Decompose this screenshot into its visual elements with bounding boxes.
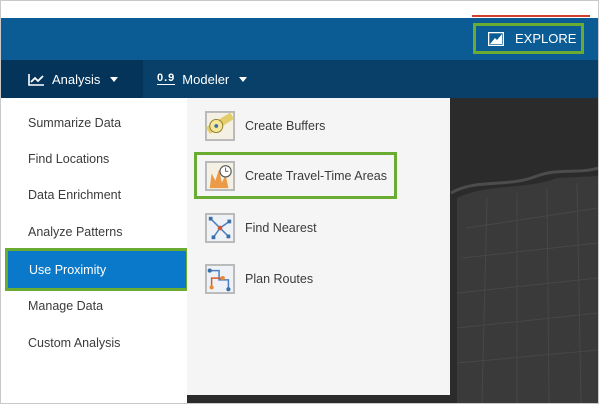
nav-bar: Analysis 0.9 Modeler — [1, 60, 598, 98]
tool-label: Plan Routes — [245, 272, 314, 286]
menu-item-label: Analyze Patterns — [28, 225, 123, 239]
analysis-menu[interactable]: Analysis — [1, 60, 143, 98]
menu-item-analyze-patterns[interactable]: Analyze Patterns — [1, 214, 187, 250]
tool-label: Create Travel-Time Areas — [245, 168, 387, 183]
tool-label: Find Nearest — [245, 221, 317, 235]
tool-plan-routes[interactable]: Plan Routes — [205, 261, 313, 297]
menu-item-data-enrichment[interactable]: Data Enrichment — [1, 177, 187, 213]
explore-button[interactable]: EXPLORE — [473, 23, 584, 54]
modeler-menu[interactable]: 0.9 Modeler — [157, 60, 248, 98]
buffer-icon — [205, 111, 235, 141]
accent-line — [472, 15, 590, 17]
modeler-label: Modeler — [182, 71, 230, 87]
chevron-down-icon — [110, 76, 119, 82]
menu-item-find-locations[interactable]: Find Locations — [1, 141, 187, 177]
app-frame: EXPLORE Analysis 0.9 Modeler Summarize D… — [0, 0, 599, 404]
menu-item-label: Summarize Data — [28, 116, 122, 130]
explore-icon — [488, 31, 504, 46]
proximity-tools: Create Buffers Create Travel-Time Areas — [187, 98, 450, 395]
analysis-label: Analysis — [52, 71, 101, 87]
analysis-categories: Summarize Data Find Locations Data Enric… — [1, 98, 189, 395]
menu-item-label: Manage Data — [28, 299, 104, 313]
analysis-icon — [28, 73, 44, 86]
find-nearest-icon — [205, 213, 235, 243]
menu-item-manage-data[interactable]: Manage Data — [1, 288, 187, 324]
menu-item-label: Use Proximity — [29, 262, 107, 277]
menu-item-custom-analysis[interactable]: Custom Analysis — [1, 325, 187, 361]
tool-label: Create Buffers — [245, 119, 326, 133]
plan-routes-icon — [205, 264, 235, 294]
travel-time-icon — [205, 160, 235, 191]
tool-create-buffers[interactable]: Create Buffers — [205, 108, 325, 144]
menu-item-label: Data Enrichment — [28, 188, 122, 202]
menu-item-label: Custom Analysis — [28, 336, 121, 350]
modeler-icon: 0.9 — [157, 72, 176, 85]
header-bar: EXPLORE — [1, 18, 598, 60]
tool-find-nearest[interactable]: Find Nearest — [205, 210, 317, 246]
menu-item-label: Find Locations — [28, 152, 110, 166]
menu-item-use-proximity[interactable]: Use Proximity — [5, 248, 189, 291]
tool-create-travel-time-areas[interactable]: Create Travel-Time Areas — [194, 152, 397, 199]
explore-label: EXPLORE — [515, 31, 577, 46]
chevron-down-icon — [239, 76, 248, 82]
menu-item-summarize-data[interactable]: Summarize Data — [1, 105, 187, 141]
